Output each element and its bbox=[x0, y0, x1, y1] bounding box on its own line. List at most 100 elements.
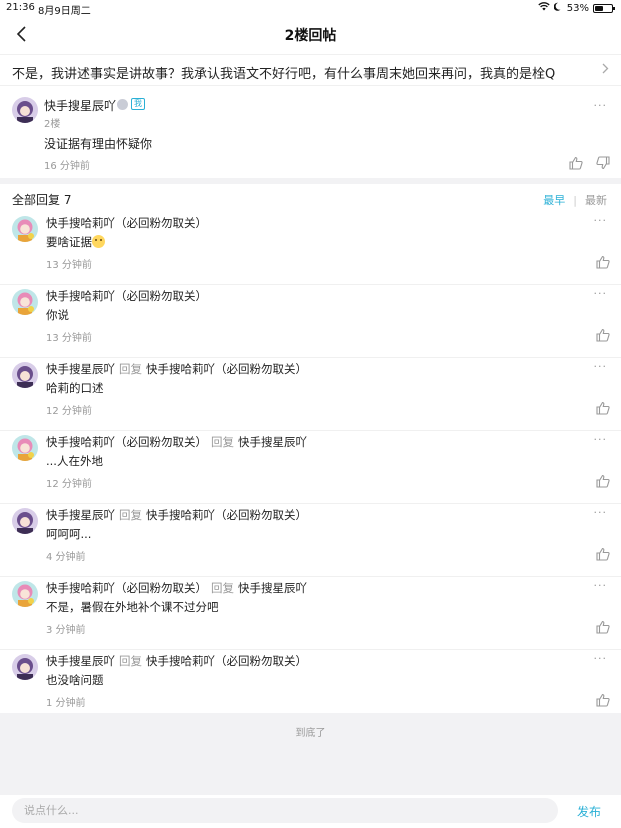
thumb-up-icon[interactable] bbox=[596, 473, 610, 488]
thumb-up-icon[interactable] bbox=[596, 619, 610, 634]
publish-button[interactable]: 发布 bbox=[577, 803, 601, 820]
avatar[interactable] bbox=[12, 216, 38, 242]
emoji-icon bbox=[92, 235, 105, 248]
reply-time: 13 分钟前 bbox=[46, 260, 92, 271]
reply-time: 12 分钟前 bbox=[46, 479, 92, 490]
page-title: 2楼回帖 bbox=[284, 28, 337, 44]
reply-item: 快手搜哈莉吖（必回粉勿取关） 回复 快手搜星辰吖 ...人在外地 12 分钟前 ··… bbox=[0, 431, 621, 504]
reply-header: 快手搜星辰吖 回复 快手搜哈莉吖（必回粉勿取关） bbox=[46, 361, 307, 377]
reply-content: 呵呵呵... bbox=[46, 527, 92, 541]
reply-to-user[interactable]: 快手搜星辰吖 bbox=[238, 435, 307, 449]
reply-author[interactable]: 快手搜星辰吖 bbox=[46, 508, 115, 522]
sort-earliest-button[interactable]: 最早 bbox=[543, 192, 565, 208]
sort-toggle: 最早 | 最新 bbox=[543, 192, 607, 208]
list-end-area: 到底了 bbox=[0, 713, 621, 795]
author-tag: 我 bbox=[131, 98, 145, 110]
avatar[interactable] bbox=[12, 289, 38, 315]
reply-author[interactable]: 快手搜哈莉吖（必回粉勿取关） bbox=[46, 435, 207, 449]
more-icon[interactable]: ··· bbox=[594, 287, 608, 300]
more-icon[interactable]: ··· bbox=[594, 360, 608, 373]
replies-header: 全部回复 7 最早 | 最新 bbox=[0, 184, 621, 212]
reply-to-user[interactable]: 快手搜哈莉吖（必回粉勿取关） bbox=[146, 362, 307, 376]
avatar[interactable] bbox=[12, 581, 38, 607]
more-icon[interactable]: ··· bbox=[594, 652, 608, 665]
sort-divider: | bbox=[573, 193, 577, 207]
reply-to-user[interactable]: 快手搜星辰吖 bbox=[238, 581, 307, 595]
reply-item: 快手搜哈莉吖（必回粉勿取关） 你说 13 分钟前 ··· bbox=[0, 285, 621, 358]
end-of-list-text: 到底了 bbox=[295, 728, 326, 739]
comment-input[interactable] bbox=[12, 798, 558, 823]
thumb-up-icon[interactable] bbox=[596, 327, 610, 342]
avatar[interactable] bbox=[12, 508, 38, 534]
status-right: 53% bbox=[538, 2, 615, 14]
reply-author[interactable]: 快手搜星辰吖 bbox=[46, 362, 115, 376]
more-icon[interactable]: ··· bbox=[594, 214, 608, 227]
reply-to-label: 回复 bbox=[119, 362, 142, 376]
avatar[interactable] bbox=[12, 97, 38, 123]
reply-author[interactable]: 快手搜星辰吖 bbox=[46, 654, 115, 668]
reply-to-label: 回复 bbox=[211, 581, 234, 595]
thumb-up-icon[interactable] bbox=[596, 692, 610, 707]
reply-content: 哈莉的口述 bbox=[46, 381, 104, 395]
reply-item: 快手搜星辰吖 回复 快手搜哈莉吖（必回粉勿取关） 也没啥问题 1 分钟前 ··· bbox=[0, 650, 621, 713]
reply-time: 12 分钟前 bbox=[46, 406, 92, 417]
reply-content: 要啥证据 bbox=[46, 234, 105, 250]
more-icon[interactable]: ··· bbox=[594, 433, 608, 446]
status-date: 8月9日周二 bbox=[38, 6, 91, 17]
reply-content: ...人在外地 bbox=[46, 454, 103, 468]
reply-time: 3 分钟前 bbox=[46, 625, 86, 636]
original-post-link[interactable]: 不是，我讲述事实是讲故事？我承认我语文不好行吧，有什么事周末她回来再问，我真的是… bbox=[0, 54, 621, 86]
thumb-up-icon[interactable] bbox=[596, 254, 610, 269]
avatar[interactable] bbox=[12, 654, 38, 680]
thumb-up-icon[interactable] bbox=[596, 546, 610, 561]
reply-author[interactable]: 快手搜哈莉吖（必回粉勿取关） bbox=[46, 581, 207, 595]
more-icon[interactable]: ··· bbox=[594, 579, 608, 592]
wifi-icon bbox=[538, 2, 550, 14]
reply-to-user[interactable]: 快手搜哈莉吖（必回粉勿取关） bbox=[146, 654, 307, 668]
floor-post: 快手搜星辰吖 我 2楼 没证据有理由怀疑你 16 分钟前 ··· bbox=[0, 87, 621, 178]
reply-header: 快手搜哈莉吖（必回粉勿取关） bbox=[46, 215, 215, 231]
status-time: 21:36 bbox=[6, 2, 35, 13]
battery-percent: 53% bbox=[566, 2, 589, 14]
battery-icon bbox=[593, 3, 615, 13]
chevron-right-icon bbox=[602, 63, 609, 78]
reply-header: 快手搜哈莉吖（必回粉勿取关） 回复 快手搜星辰吖 bbox=[46, 434, 307, 450]
reply-header: 快手搜星辰吖 回复 快手搜哈莉吖（必回粉勿取关） bbox=[46, 653, 307, 669]
more-icon[interactable]: ··· bbox=[594, 99, 608, 112]
reply-time: 1 分钟前 bbox=[46, 698, 86, 709]
post-time: 16 分钟前 bbox=[44, 161, 90, 172]
reply-to-label: 回复 bbox=[211, 435, 234, 449]
thumb-up-icon[interactable] bbox=[596, 400, 610, 415]
reply-text: 要啥证据 bbox=[46, 235, 92, 249]
avatar[interactable] bbox=[12, 362, 38, 388]
floor-number: 2楼 bbox=[44, 119, 61, 130]
reply-item: 快手搜星辰吖 回复 快手搜哈莉吖（必回粉勿取关） 呵呵呵... 4 分钟前 ··· bbox=[0, 504, 621, 577]
reply-time: 4 分钟前 bbox=[46, 552, 86, 563]
reply-author[interactable]: 快手搜哈莉吖（必回粉勿取关） bbox=[46, 289, 207, 303]
more-icon[interactable]: ··· bbox=[594, 506, 608, 519]
reply-header: 快手搜星辰吖 回复 快手搜哈莉吖（必回粉勿取关） bbox=[46, 507, 307, 523]
reply-item: 快手搜哈莉吖（必回粉勿取关） 回复 快手搜星辰吖 不是，暑假在外地补个课不过分吧 3… bbox=[0, 577, 621, 650]
reply-content: 也没啥问题 bbox=[46, 673, 104, 687]
nav-bar: 2楼回帖 bbox=[0, 16, 621, 54]
reply-author[interactable]: 快手搜哈莉吖（必回粉勿取关） bbox=[46, 216, 207, 230]
replies-count-title: 全部回复 7 bbox=[12, 193, 72, 207]
original-post-text: 不是，我讲述事实是讲故事？我承认我语文不好行吧，有什么事周末她回来再问，我真的是… bbox=[12, 67, 556, 82]
thumb-up-icon[interactable] bbox=[569, 155, 583, 170]
post-author[interactable]: 快手搜星辰吖 bbox=[44, 97, 116, 114]
reply-content: 不是，暑假在外地补个课不过分吧 bbox=[46, 600, 219, 614]
post-content: 没证据有理由怀疑你 bbox=[44, 137, 153, 151]
sort-latest-button[interactable]: 最新 bbox=[585, 192, 607, 208]
reply-to-label: 回复 bbox=[119, 654, 142, 668]
reply-item: 快手搜哈莉吖（必回粉勿取关） 要啥证据 13 分钟前 ··· bbox=[0, 212, 621, 285]
reply-header: 快手搜哈莉吖（必回粉勿取关） 回复 快手搜星辰吖 bbox=[46, 580, 307, 596]
avatar[interactable] bbox=[12, 435, 38, 461]
status-bar: 21:36 8月9日周二 53% bbox=[0, 0, 621, 17]
reply-to-label: 回复 bbox=[119, 508, 142, 522]
thumb-down-icon[interactable] bbox=[596, 155, 610, 170]
author-badges: 我 bbox=[117, 98, 145, 110]
reply-time: 13 分钟前 bbox=[46, 333, 92, 344]
reply-to-user[interactable]: 快手搜哈莉吖（必回粉勿取关） bbox=[146, 508, 307, 522]
reply-header: 快手搜哈莉吖（必回粉勿取关） bbox=[46, 288, 215, 304]
comment-bar: 发布 bbox=[0, 795, 621, 828]
